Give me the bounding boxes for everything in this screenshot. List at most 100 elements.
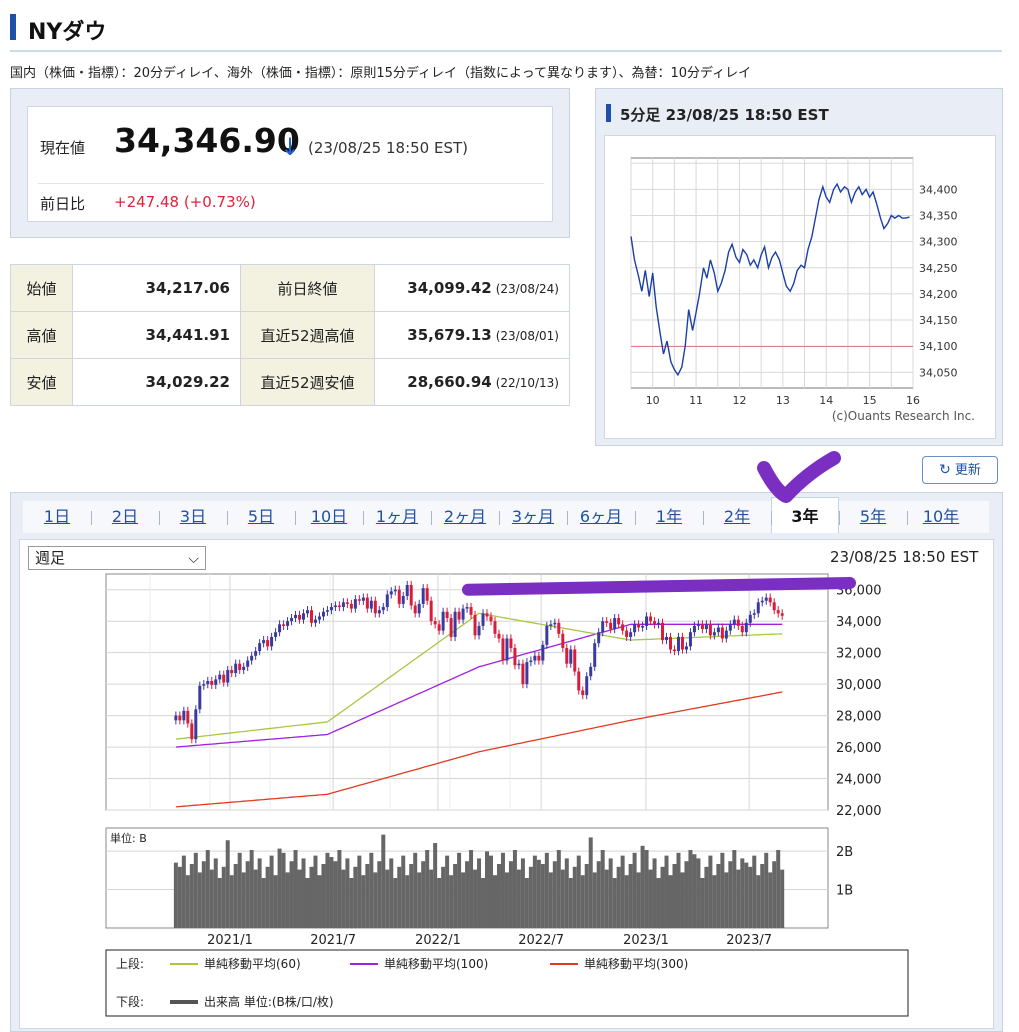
table-row: 安値 34,029.22 直近52週安値 28,660.94 (22/10/13): [10, 358, 570, 406]
period-select[interactable]: 週足 ⌵: [28, 546, 206, 570]
volume-bar: [213, 858, 218, 928]
candle-body: [274, 632, 278, 637]
week52-low-label: 直近52週安値: [240, 358, 375, 406]
candle-body: [178, 715, 182, 721]
candle-body: [521, 663, 525, 685]
candle-body: [385, 594, 389, 608]
tab-1[interactable]: 1日: [23, 501, 91, 533]
x-tick-label: 16: [906, 394, 920, 407]
change-value: +247.48 (+0.73%): [114, 193, 256, 211]
candle-body: [696, 624, 700, 626]
volume-bar: [552, 861, 557, 928]
candle-body: [509, 638, 513, 648]
candle-body: [445, 611, 449, 619]
intraday-title: 5分足 23/08/25 18:50 EST: [620, 106, 829, 124]
title-bar: NYダウ: [10, 8, 1002, 52]
tab-separator: [227, 511, 228, 525]
candle-body: [465, 607, 469, 609]
title-accent-mark: [10, 14, 16, 40]
intraday-accent-mark: [606, 104, 611, 122]
tab-10[interactable]: 1年: [635, 501, 703, 533]
volume-bar: [421, 861, 426, 928]
tab-7[interactable]: 2ヶ月: [431, 501, 499, 533]
checkmark-annotation-icon: [757, 451, 841, 503]
candle-body: [250, 655, 254, 661]
volume-bar: [205, 850, 210, 928]
legend-ma60-label: 単純移動平均(60): [204, 957, 301, 971]
tab-5[interactable]: 10日: [295, 501, 363, 533]
volume-bar: [309, 866, 314, 928]
candle-body: [493, 621, 497, 634]
volume-bar: [544, 852, 549, 928]
x-tick-label: 12: [732, 394, 746, 407]
tab-3[interactable]: 3日: [159, 501, 227, 533]
week52-low-date: (22/10/13): [495, 376, 559, 390]
volume-bar: [632, 852, 637, 928]
tab-13[interactable]: 5年: [839, 501, 907, 533]
candle-body: [497, 633, 501, 639]
candle-body: [246, 660, 250, 667]
volume-bar: [524, 878, 529, 928]
candle-body: [198, 685, 202, 710]
candle-body: [230, 669, 234, 674]
volume-bar: [700, 878, 705, 928]
volume-bar: [389, 858, 394, 928]
y-tick-label: 28,000: [836, 710, 882, 725]
volume-bar: [488, 855, 493, 928]
candle-body: [605, 621, 609, 623]
price-panel: 現在値 34,346.90 ↓ (23/08/25 18:50 EST) 前日比…: [10, 88, 570, 238]
volume-bar: [417, 872, 422, 928]
candle-body: [601, 621, 605, 633]
candle-body: [740, 625, 744, 633]
tab-separator: [431, 511, 432, 525]
candle-body: [210, 680, 214, 685]
volume-bar: [696, 858, 701, 928]
volume-bar: [297, 869, 302, 928]
tab-separator: [839, 511, 840, 525]
volume-bar: [620, 855, 625, 928]
candle-body: [457, 611, 461, 620]
candle-body: [597, 632, 601, 644]
legend-upper-label: 上段:: [116, 956, 144, 971]
volume-bar: [481, 878, 486, 928]
tab-6[interactable]: 1ヶ月: [363, 501, 431, 533]
current-price-time: (23/08/25 18:50 EST): [308, 139, 468, 157]
stats-table: 始値 34,217.06 前日終値 34,099.42 (23/08/24) 高値…: [10, 264, 570, 406]
volume-bar: [425, 850, 430, 928]
candle-body: [541, 644, 545, 661]
candle-body: [397, 589, 401, 604]
volume-bar: [732, 850, 737, 928]
tab-14[interactable]: 10年: [907, 501, 975, 533]
candle-body: [349, 603, 353, 609]
tab-8[interactable]: 3ヶ月: [499, 501, 567, 533]
candle-body: [262, 640, 266, 644]
tab-4[interactable]: 5日: [227, 501, 295, 533]
candle-body: [501, 638, 505, 661]
y-tick-label: 34,050: [919, 366, 958, 379]
candle-body: [413, 605, 417, 614]
candle-body: [780, 613, 784, 616]
volume-bar: [357, 855, 362, 928]
candle-body: [242, 666, 246, 670]
candle-body: [270, 636, 274, 647]
volume-bar: [385, 869, 390, 928]
volume-bar: [329, 857, 334, 928]
tab-2[interactable]: 2日: [91, 501, 159, 533]
open-label: 始値: [10, 264, 73, 312]
volume-bar: [249, 850, 254, 928]
volume-bar: [528, 866, 533, 928]
x-tick-label: 2023/1: [623, 933, 669, 948]
candle-body: [361, 597, 365, 601]
volume-bar: [293, 850, 298, 928]
candle-body: [672, 649, 676, 652]
volume-bar: [636, 872, 641, 928]
volume-bar: [728, 861, 733, 928]
candle-body: [234, 663, 238, 674]
candle-body: [593, 643, 597, 667]
tab-9[interactable]: 6ヶ月: [567, 501, 635, 533]
volume-bar: [477, 858, 482, 928]
refresh-button[interactable]: ↻ 更新: [922, 456, 998, 484]
volume-bar: [548, 872, 553, 928]
candle-body: [449, 618, 453, 637]
volume-bar: [608, 858, 613, 928]
